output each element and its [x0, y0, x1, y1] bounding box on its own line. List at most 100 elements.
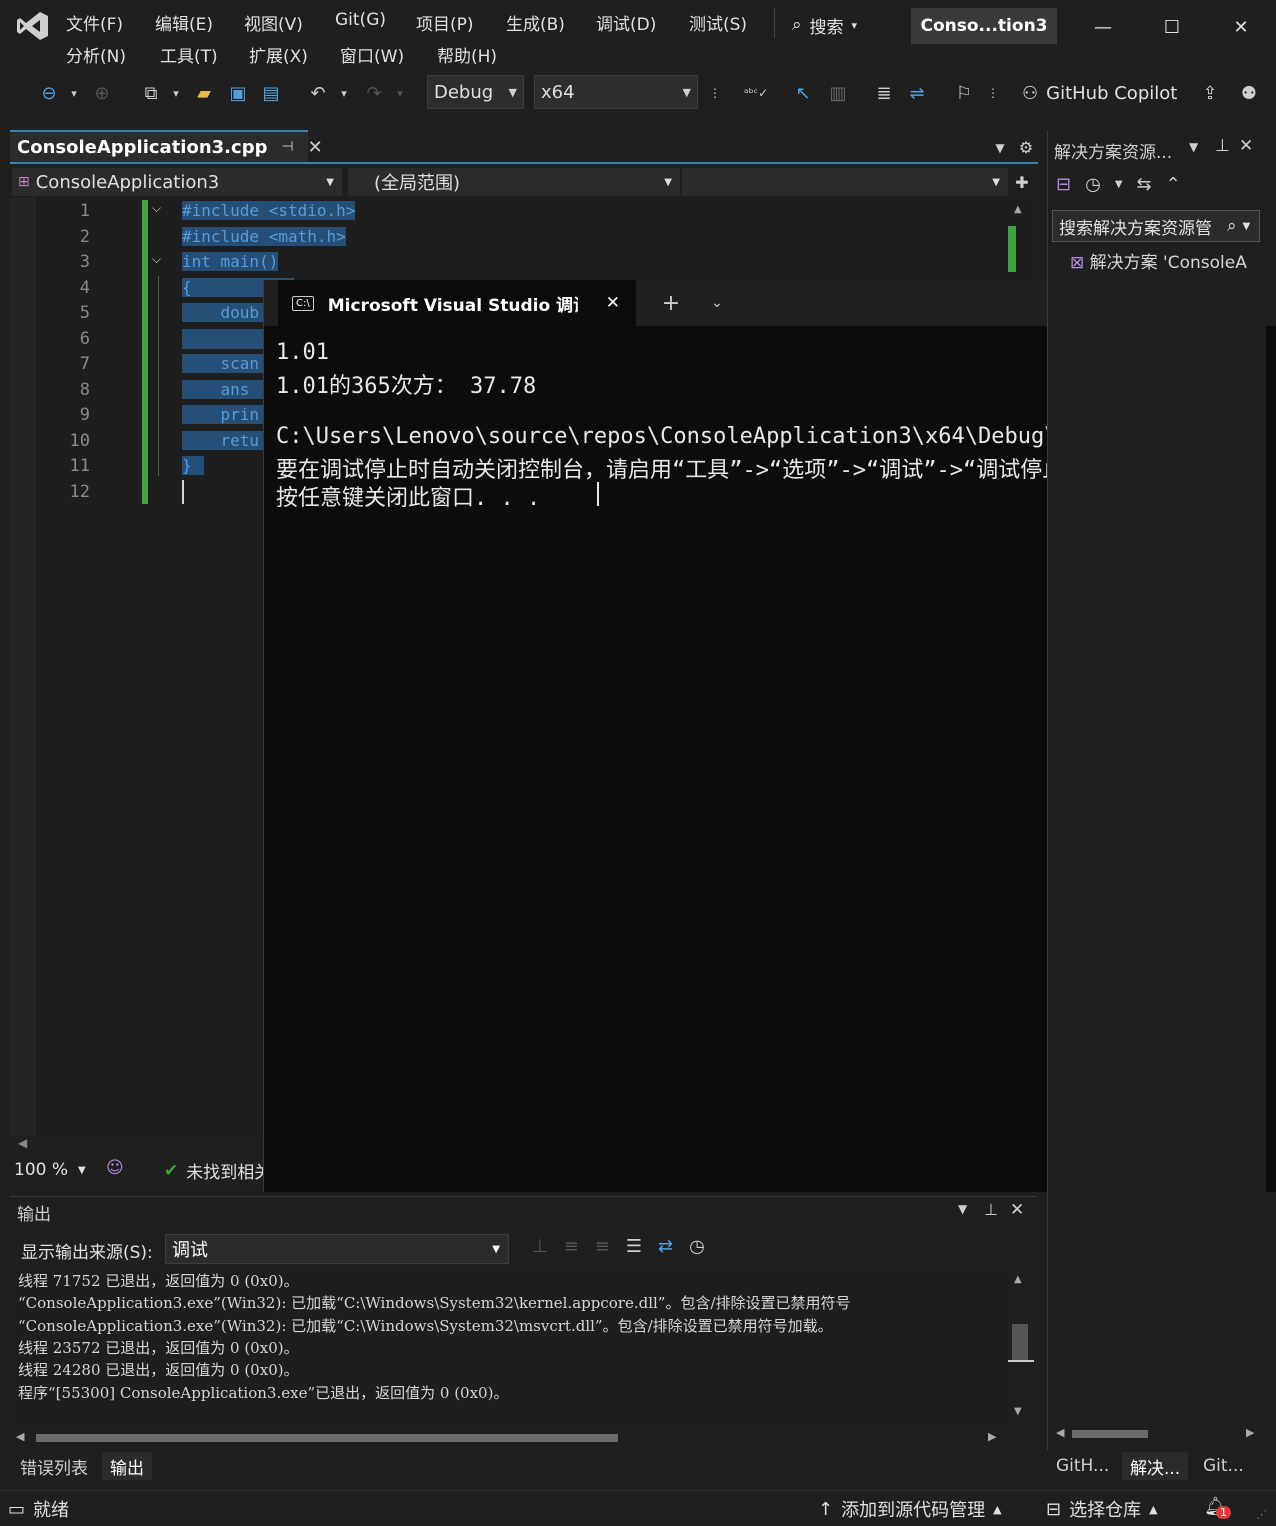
- menu-window[interactable]: 窗口(W): [340, 42, 404, 67]
- editor-vertical-scrollbar[interactable]: ▲: [1008, 200, 1030, 280]
- scroll-left-icon[interactable]: ◀: [16, 1430, 24, 1443]
- timestamp-icon[interactable]: ◷: [689, 1236, 705, 1257]
- pin-icon[interactable]: ⊥: [1215, 136, 1230, 156]
- toggle-word-wrap-icon[interactable]: ⇄: [658, 1236, 673, 1257]
- undo-button[interactable]: ↶: [304, 78, 332, 108]
- scroll-right-icon[interactable]: ▶: [988, 1430, 996, 1443]
- spellcheck-button[interactable]: ᵃᵇᶜ✓: [742, 78, 770, 108]
- toolbar-overflow-2-button[interactable]: ⋮: [984, 78, 1002, 108]
- clear-all-icon[interactable]: ☰: [626, 1236, 642, 1257]
- menu-analyze[interactable]: 分析(N): [66, 42, 126, 67]
- member-scope-select[interactable]: ▼: [682, 168, 1008, 196]
- menu-project[interactable]: 项目(P): [416, 10, 474, 35]
- issues-status[interactable]: ✔ 未找到相关: [164, 1158, 271, 1184]
- output-vscrollbar[interactable]: ▲ ▼: [1008, 1268, 1034, 1428]
- menu-extensions[interactable]: 扩展(X): [249, 42, 308, 67]
- tab-dropdown-button[interactable]: ⌄: [702, 290, 732, 316]
- comment-button[interactable]: ⇌: [902, 78, 932, 108]
- menu-tools[interactable]: 工具(T): [160, 42, 218, 67]
- scroll-thumb[interactable]: [36, 1434, 618, 1442]
- scroll-up-icon[interactable]: ▲: [1014, 1274, 1022, 1285]
- navigate-back-button[interactable]: ⊖: [34, 78, 64, 108]
- previous-message-icon[interactable]: ≡: [564, 1236, 579, 1257]
- maximize-button[interactable]: ☐: [1152, 10, 1192, 44]
- pin-icon[interactable]: ⊥: [984, 1200, 998, 1219]
- platform-select[interactable]: x64 ▼: [534, 75, 698, 109]
- scroll-left-icon[interactable]: ◀: [18, 1136, 27, 1150]
- output-hscrollbar[interactable]: ◀ ▶: [14, 1430, 1004, 1446]
- toolbar-overflow-button[interactable]: ⋮: [706, 78, 724, 108]
- close-tab-icon[interactable]: ✕: [308, 137, 323, 158]
- scroll-left-icon[interactable]: ◀: [1056, 1426, 1064, 1439]
- share-button[interactable]: ⇪: [1196, 78, 1224, 108]
- scroll-up-icon[interactable]: ▲: [1014, 204, 1022, 215]
- history-icon[interactable]: ◷: [1085, 174, 1101, 195]
- pin-icon[interactable]: ⊣: [281, 139, 293, 155]
- find-message-icon[interactable]: ⊥: [532, 1236, 548, 1257]
- intellicode-icon[interactable]: ☺: [106, 1158, 124, 1178]
- new-project-button[interactable]: ⧉: [136, 78, 166, 108]
- output-source-select[interactable]: 调试 ▼: [165, 1234, 509, 1264]
- notifications-button[interactable]: 🔔︎ 1: [1204, 1496, 1231, 1519]
- console-tab[interactable]: C:\ Microsoft Visual Studio 调试控 ✕: [278, 280, 636, 326]
- solution-title-badge[interactable]: Conso...tion3: [911, 8, 1057, 44]
- tab-git-changes[interactable]: Git...: [1195, 1452, 1252, 1480]
- collapse-all-icon[interactable]: ⌃: [1166, 174, 1181, 195]
- save-button[interactable]: ▣: [224, 78, 252, 108]
- tab-list-dropdown[interactable]: ▼: [990, 138, 1010, 158]
- solution-hscrollbar[interactable]: ◀ ▶: [1052, 1424, 1262, 1444]
- sync-icon[interactable]: ⇆: [1137, 174, 1152, 195]
- navigate-forward-button[interactable]: ⊕: [88, 78, 116, 108]
- save-all-button[interactable]: ▤: [256, 78, 286, 108]
- redo-button[interactable]: ↷: [360, 78, 388, 108]
- tab-consoleapplication3-cpp[interactable]: ConsoleApplication3.cpp ⊣ ✕: [10, 130, 323, 162]
- step-into-button[interactable]: ↖: [788, 78, 818, 108]
- bookmark-button[interactable]: ⚐: [950, 78, 978, 108]
- tab-solution-explorer[interactable]: 解决...: [1122, 1452, 1189, 1480]
- close-icon[interactable]: ✕: [1010, 1200, 1024, 1220]
- menu-build[interactable]: 生成(B): [506, 10, 565, 35]
- undo-dropdown-button[interactable]: ▾: [336, 78, 352, 108]
- menu-debug[interactable]: 调试(D): [596, 10, 656, 35]
- solution-node[interactable]: ⊠ 解决方案 'ConsoleA: [1070, 248, 1247, 273]
- github-copilot-button[interactable]: ⚇ GitHub Copilot: [1022, 78, 1177, 108]
- chevron-down-icon[interactable]: ▼: [1189, 140, 1198, 154]
- search-button[interactable]: ⌕ 搜索 ▾: [792, 10, 857, 40]
- close-icon[interactable]: ✕: [1239, 136, 1253, 156]
- zoom-select[interactable]: 100 % ▼: [14, 1158, 86, 1182]
- menu-help[interactable]: 帮助(H): [437, 42, 497, 67]
- menu-file[interactable]: 文件(F): [66, 10, 123, 35]
- scroll-thumb[interactable]: [1072, 1430, 1148, 1438]
- close-window-button[interactable]: ✕: [1221, 10, 1261, 44]
- editor-settings-button[interactable]: ⚙: [1016, 136, 1036, 158]
- scroll-thumb[interactable]: [1012, 1324, 1028, 1360]
- collapse-icon[interactable]: ⌵: [152, 252, 161, 267]
- menu-git[interactable]: Git(G): [335, 10, 386, 30]
- back-dropdown-button[interactable]: ▾: [66, 78, 82, 108]
- tab-error-list[interactable]: 错误列表: [12, 1452, 96, 1480]
- redo-dropdown-button[interactable]: ▾: [392, 78, 408, 108]
- global-scope-select[interactable]: (全局范围) ▼: [348, 168, 680, 196]
- next-message-icon[interactable]: ≡: [595, 1236, 610, 1257]
- scroll-right-icon[interactable]: ▶: [1246, 1426, 1254, 1439]
- show-next-statement-button[interactable]: ▥: [824, 78, 852, 108]
- switch-views-icon[interactable]: ⊟: [1056, 174, 1071, 195]
- project-scope-select[interactable]: ⊞ ConsoleApplication3 ▼: [12, 168, 342, 196]
- scroll-down-icon[interactable]: ▼: [1014, 1406, 1022, 1417]
- menu-edit[interactable]: 编辑(E): [155, 10, 213, 35]
- tab-github[interactable]: GitH...: [1048, 1452, 1117, 1480]
- minimize-button[interactable]: —: [1083, 10, 1123, 44]
- chevron-down-icon[interactable]: ▼: [1115, 179, 1123, 190]
- menu-test[interactable]: 测试(S): [689, 10, 747, 35]
- open-file-button[interactable]: ▰: [190, 78, 218, 108]
- close-tab-icon[interactable]: ✕: [606, 293, 620, 313]
- format-document-button[interactable]: ≣: [870, 78, 898, 108]
- resize-grip-icon[interactable]: ⋰: [1256, 1508, 1267, 1521]
- configuration-select[interactable]: Debug ▼: [427, 75, 524, 109]
- add-to-source-control-button[interactable]: ↑ 添加到源代码管理 ▲: [818, 1496, 1002, 1522]
- new-dropdown-button[interactable]: ▾: [168, 78, 184, 108]
- solution-search-input[interactable]: 搜索解决方案资源管 ⌕ ▼: [1052, 210, 1260, 242]
- menu-view[interactable]: 视图(V): [244, 10, 303, 35]
- collapse-icon[interactable]: ⌵: [152, 201, 161, 216]
- split-editor-button[interactable]: ✚: [1012, 170, 1032, 194]
